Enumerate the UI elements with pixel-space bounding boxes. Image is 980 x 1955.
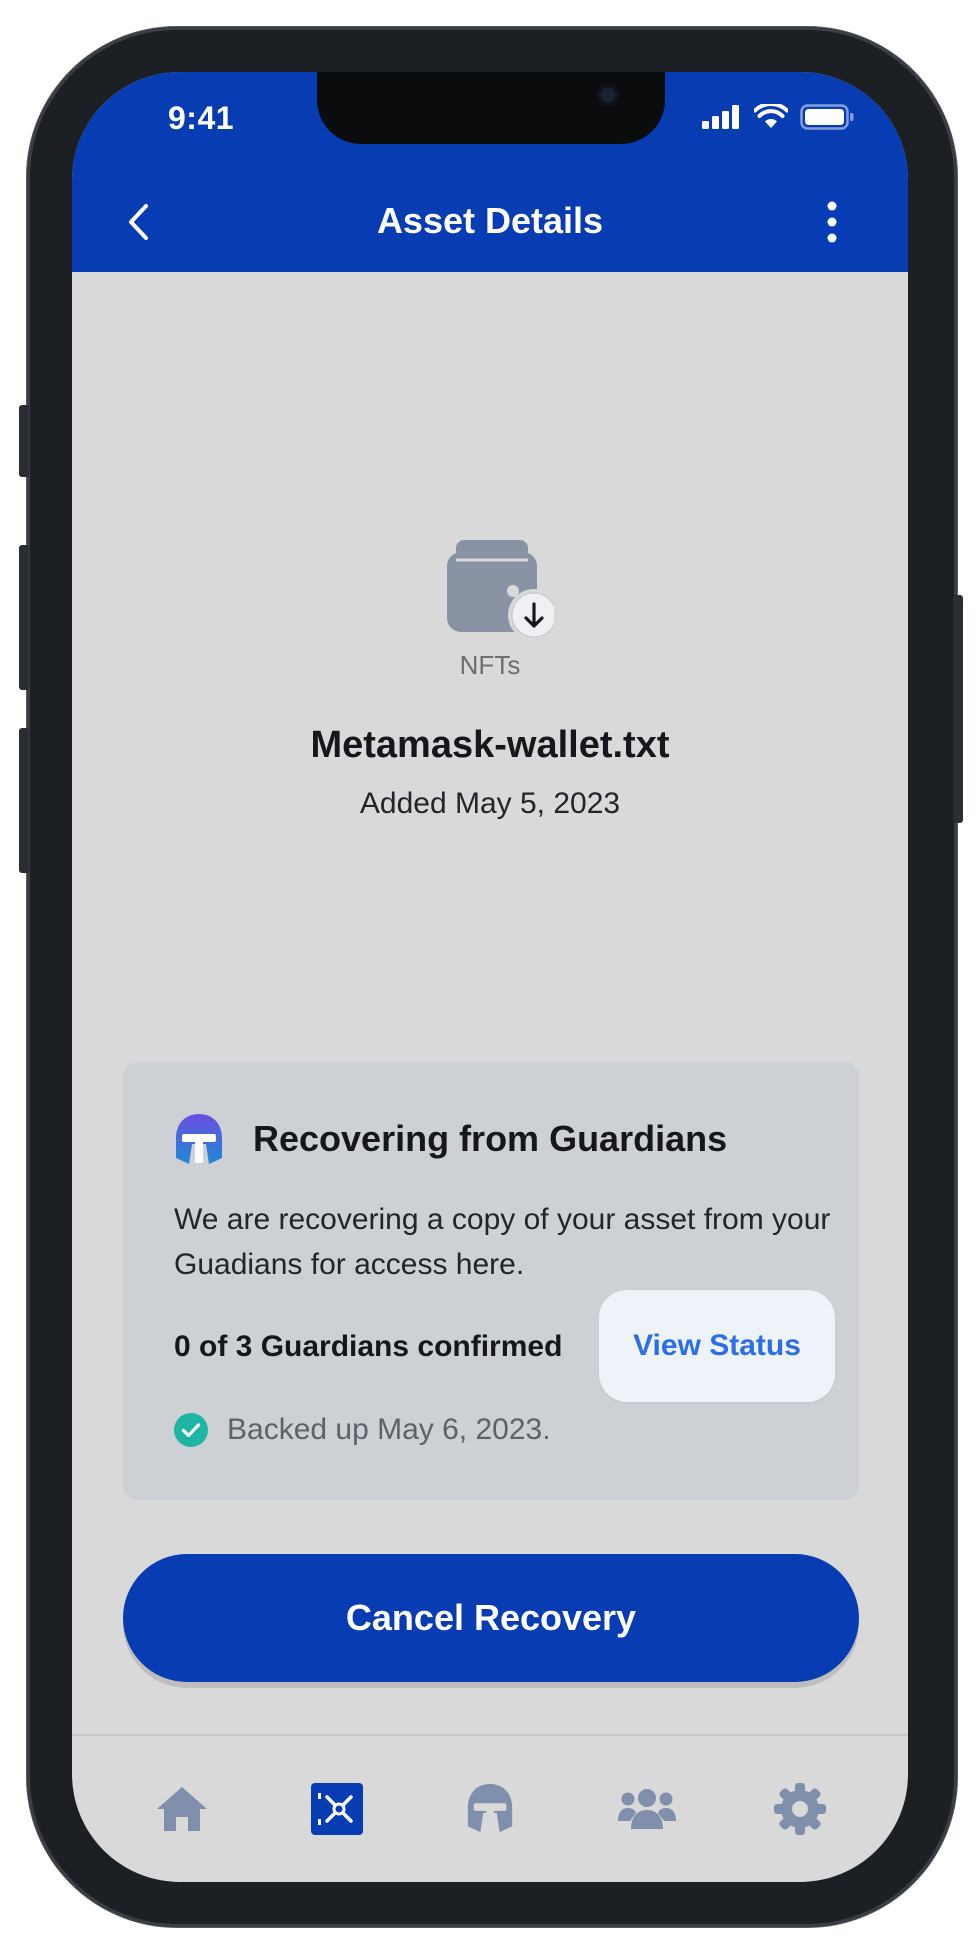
backed-up-text: Backed up May 6, 2023. xyxy=(227,1413,551,1446)
status-time: 9:41 xyxy=(168,100,235,136)
more-options-button[interactable] xyxy=(810,194,854,250)
check-circle-icon xyxy=(174,1413,208,1447)
cellular-signal-icon xyxy=(702,105,739,129)
nav-guardians[interactable] xyxy=(462,1781,518,1837)
view-status-button[interactable]: View Status xyxy=(599,1290,835,1402)
volume-down-button xyxy=(19,728,29,873)
settings-icon xyxy=(774,1783,826,1835)
status-icons xyxy=(702,102,854,132)
recovery-title: Recovering from Guardians xyxy=(253,1118,728,1159)
nav-settings[interactable] xyxy=(772,1781,828,1837)
app-screen: 9:41 Asset Details NFTs Metamask-wallet.… xyxy=(72,72,908,1882)
mute-switch xyxy=(19,405,29,477)
bottom-nav xyxy=(72,1736,908,1882)
guardian-helmet-icon xyxy=(176,1114,222,1164)
power-button xyxy=(953,595,963,823)
recovery-status-card: Recovering from Guardians We are recover… xyxy=(123,1062,859,1500)
battery-icon xyxy=(800,104,854,130)
nav-contacts[interactable] xyxy=(617,1781,677,1837)
asset-added-date: Added May 5, 2023 xyxy=(359,787,621,820)
cancel-recovery-button[interactable]: Cancel Recovery xyxy=(123,1554,859,1682)
nav-vault[interactable] xyxy=(309,1781,365,1837)
wallet-download-icon xyxy=(447,540,554,641)
asset-name: Metamask-wallet.txt xyxy=(310,724,670,766)
wifi-icon xyxy=(754,104,788,128)
vault-icon xyxy=(311,1783,363,1835)
more-vertical-icon xyxy=(827,201,837,243)
nav-home[interactable] xyxy=(154,1781,210,1837)
recovery-description: We are recovering a copy of your asset f… xyxy=(174,1203,831,1281)
backup-status-row: Backed up May 6, 2023. xyxy=(173,1410,551,1450)
front-camera xyxy=(597,84,619,106)
top-bar: 9:41 Asset Details xyxy=(72,72,908,272)
home-icon xyxy=(157,1787,207,1831)
asset-category: NFTs xyxy=(459,650,521,680)
camera-notch xyxy=(317,72,665,144)
page-title: Asset Details xyxy=(376,200,604,241)
guardian-helmet-icon xyxy=(467,1784,513,1833)
volume-up-button xyxy=(19,545,29,690)
guardians-confirmed-count: 0 of 3 Guardians confirmed xyxy=(174,1330,563,1363)
people-icon xyxy=(618,1789,676,1829)
